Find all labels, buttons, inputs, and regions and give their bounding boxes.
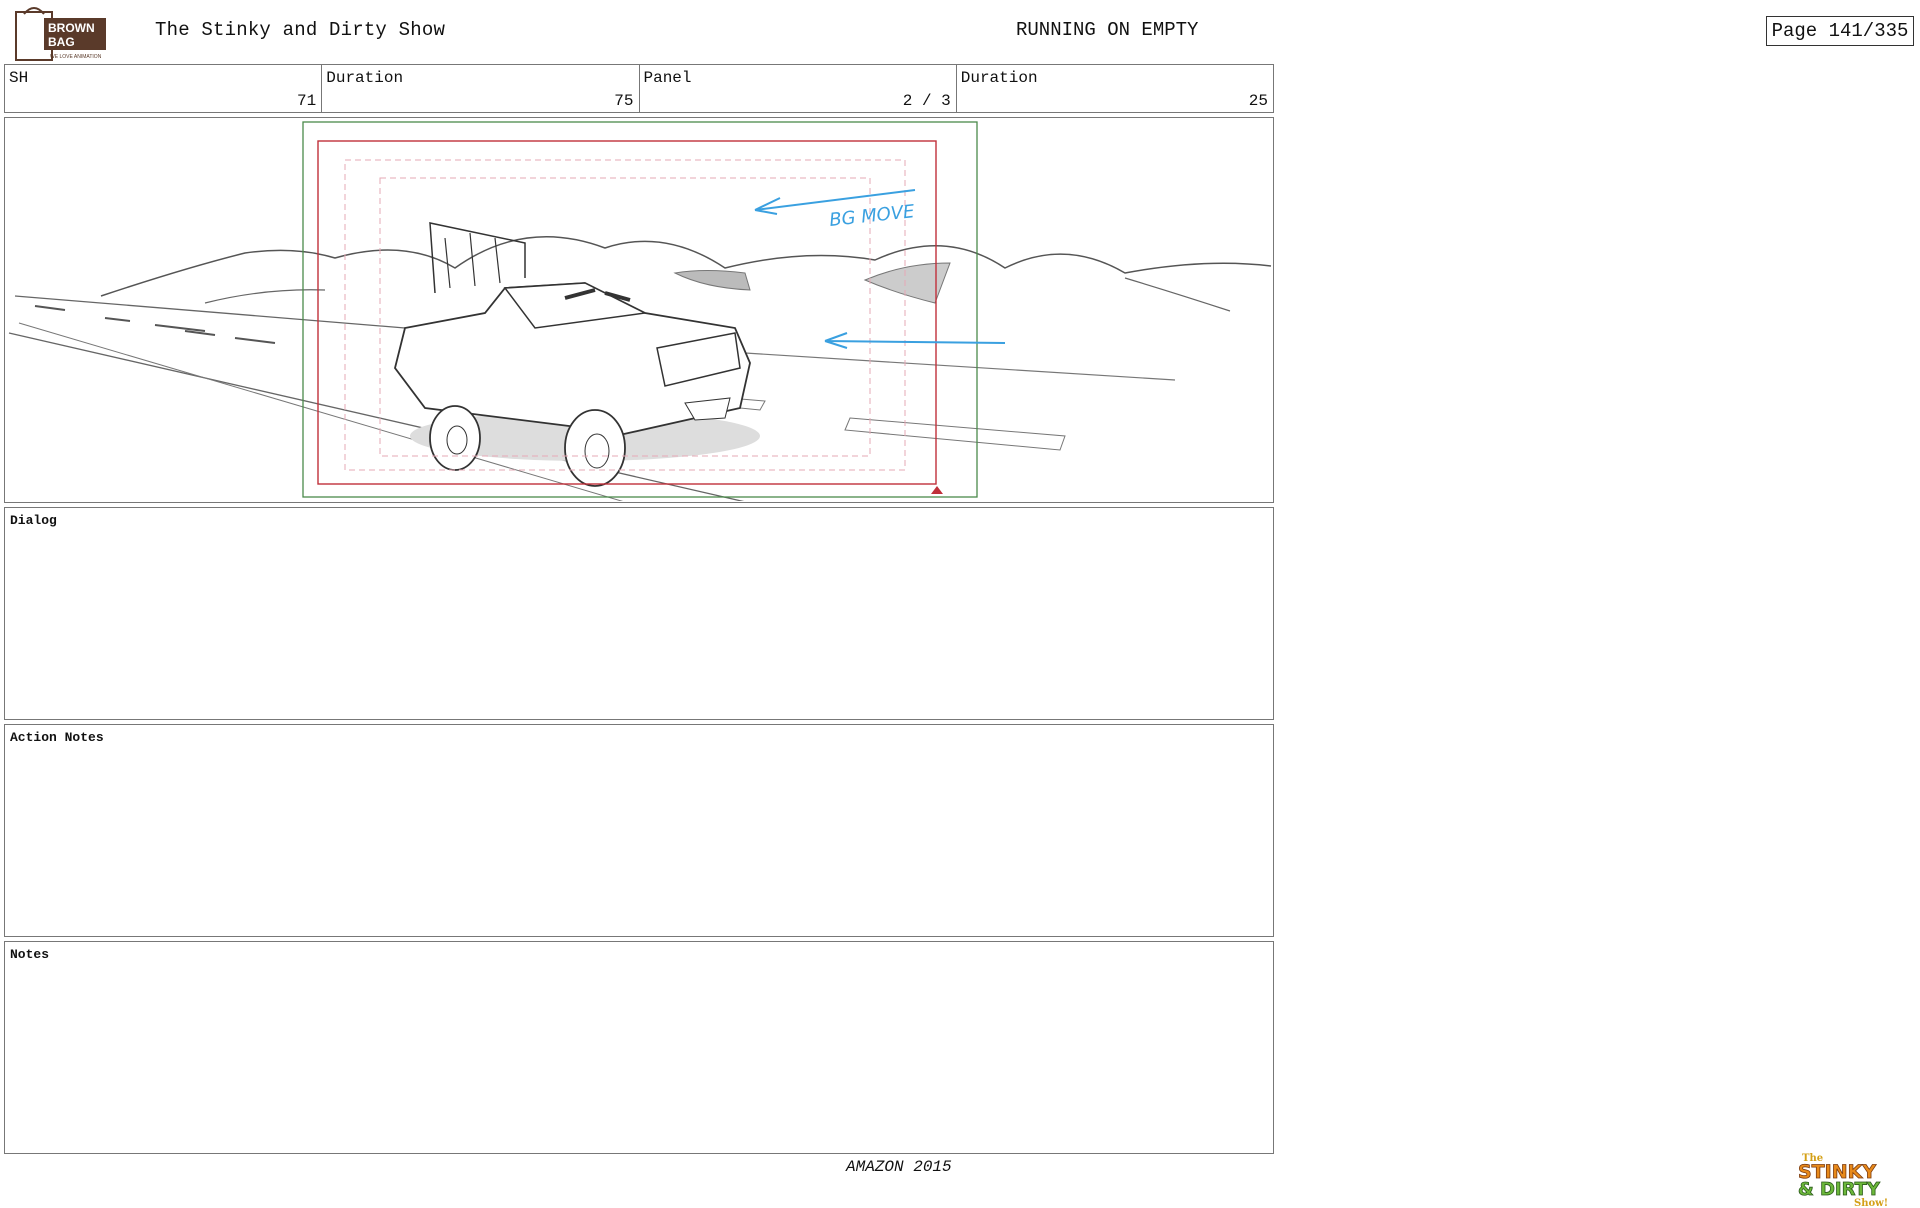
- svg-text:BAG: BAG: [48, 35, 75, 49]
- stinky-dirty-logo: The STINKY & DIRTY Show!: [1798, 1153, 1889, 1208]
- dialog-label: Dialog: [10, 513, 57, 528]
- sh-cell: SH 71: [5, 65, 323, 112]
- duration-value: 75: [614, 92, 634, 110]
- footer-text: AMAZON 2015: [846, 1158, 952, 1176]
- svg-text:WE LOVE ANIMATION: WE LOVE ANIMATION: [50, 54, 102, 60]
- duration-label: Duration: [326, 69, 404, 87]
- action-notes-box[interactable]: Action Notes: [4, 724, 1274, 937]
- panel-sketch: BG MOVE: [8, 121, 1272, 502]
- svg-text:BROWN: BROWN: [48, 21, 95, 35]
- panel-duration-value: 25: [1248, 92, 1268, 110]
- info-row: SH 71 Duration 75 Panel 2 / 3 Duration 2…: [4, 64, 1274, 113]
- sh-label: SH: [9, 69, 29, 87]
- panel-duration-label: Duration: [960, 69, 1038, 87]
- panel-label: Panel: [643, 69, 692, 87]
- dialog-box[interactable]: Dialog: [4, 507, 1274, 720]
- panel-duration-cell: Duration 25: [957, 65, 1273, 112]
- panel-value: 2 / 3: [902, 92, 951, 110]
- brown-bag-logo: BROWN BAG WE LOVE ANIMATION: [15, 7, 106, 61]
- panel-cell: Panel 2 / 3: [640, 65, 957, 112]
- storyboard-panel: BG MOVE: [4, 117, 1274, 503]
- svg-text:BG MOVE: BG MOVE: [828, 201, 916, 231]
- action-notes-label: Action Notes: [10, 730, 104, 745]
- notes-label: Notes: [10, 947, 50, 962]
- episode-title: RUNNING ON EMPTY: [1016, 19, 1199, 41]
- page-indicator: Page 141/335: [1766, 16, 1914, 46]
- duration-cell: Duration 75: [322, 65, 640, 112]
- notes-box[interactable]: Notes: [4, 941, 1274, 1154]
- show-title: The Stinky and Dirty Show: [155, 19, 446, 41]
- svg-text:Show!: Show!: [1854, 1198, 1888, 1208]
- svg-text:& DIRTY: & DIRTY: [1798, 1179, 1881, 1200]
- sh-value: 71: [297, 92, 317, 110]
